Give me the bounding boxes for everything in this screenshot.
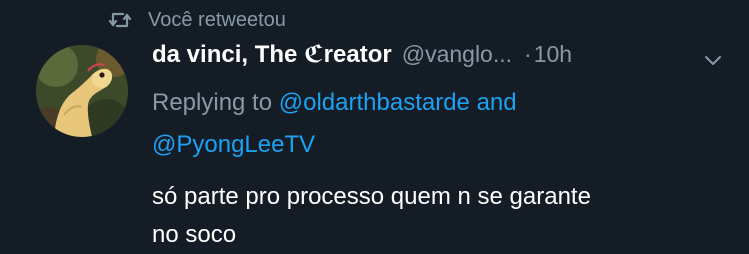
mention-link[interactable]: @PyongLeeTV	[152, 131, 315, 158]
tweet-card[interactable]: Você retweetou da vinci, The ℭreator @va…	[0, 0, 749, 249]
retweet-label: Você retweetou	[148, 8, 286, 31]
replying-conjunction: and	[469, 89, 517, 116]
retweet-indicator: Você retweetou	[108, 6, 286, 34]
tweet-content: da vinci, The ℭreator @vanglo... · 10h R…	[152, 40, 732, 254]
author-handle[interactable]: @vanglo...	[402, 41, 512, 68]
author-display-name[interactable]: da vinci, The ℭreator	[152, 40, 392, 69]
tweet-timestamp[interactable]: 10h	[534, 41, 572, 68]
tweet-text-line: só parte pro processo quem n se garante	[152, 183, 591, 210]
tweet-text: só parte pro processo quem n se garante …	[152, 178, 732, 254]
avatar[interactable]	[36, 45, 128, 137]
replying-prefix: Replying to	[152, 89, 279, 116]
separator-dot: ·	[524, 41, 532, 67]
replying-to: Replying to @oldarthbastarde and @PyongL…	[152, 82, 732, 166]
mention-link[interactable]: @oldarthbastarde	[279, 89, 470, 116]
chevron-down-icon[interactable]	[704, 54, 722, 66]
tweet-text-line: no soco	[152, 221, 237, 248]
tweet-header: da vinci, The ℭreator @vanglo... · 10h	[152, 40, 732, 78]
retweet-icon	[108, 8, 132, 32]
